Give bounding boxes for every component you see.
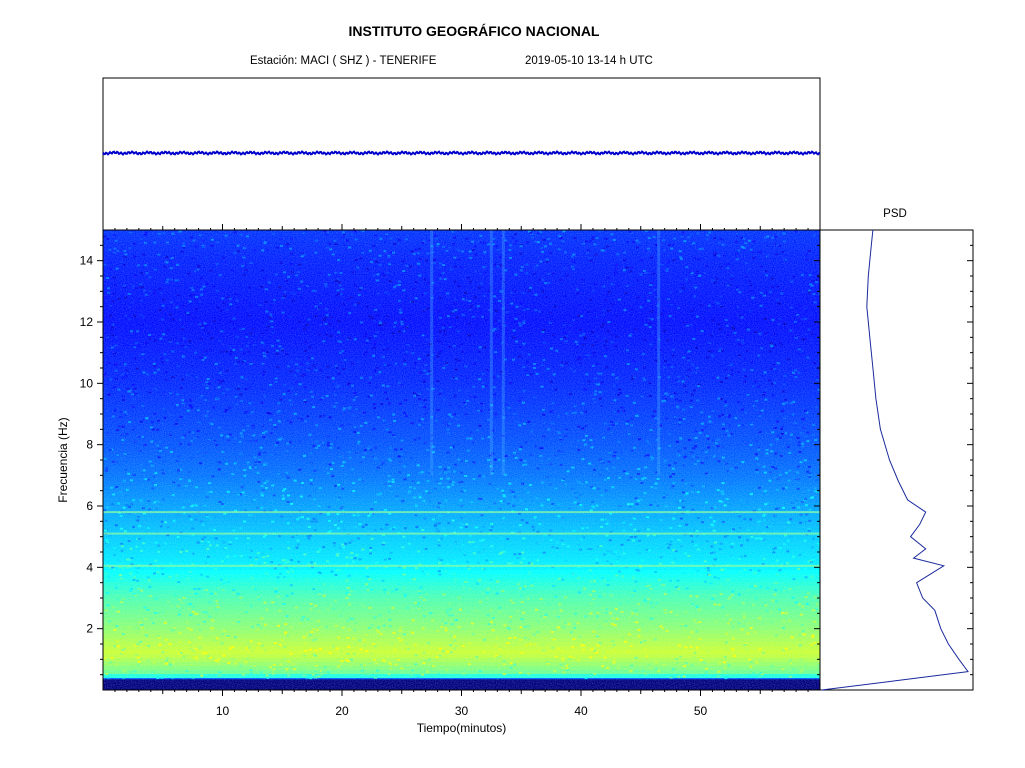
seismogram-panel — [102, 77, 821, 231]
spectrogram-panel — [103, 230, 820, 690]
spectrogram-figure: 246810121410 20 30 40 50Tiempo(minutos)Frecu… — [56, 77, 974, 735]
